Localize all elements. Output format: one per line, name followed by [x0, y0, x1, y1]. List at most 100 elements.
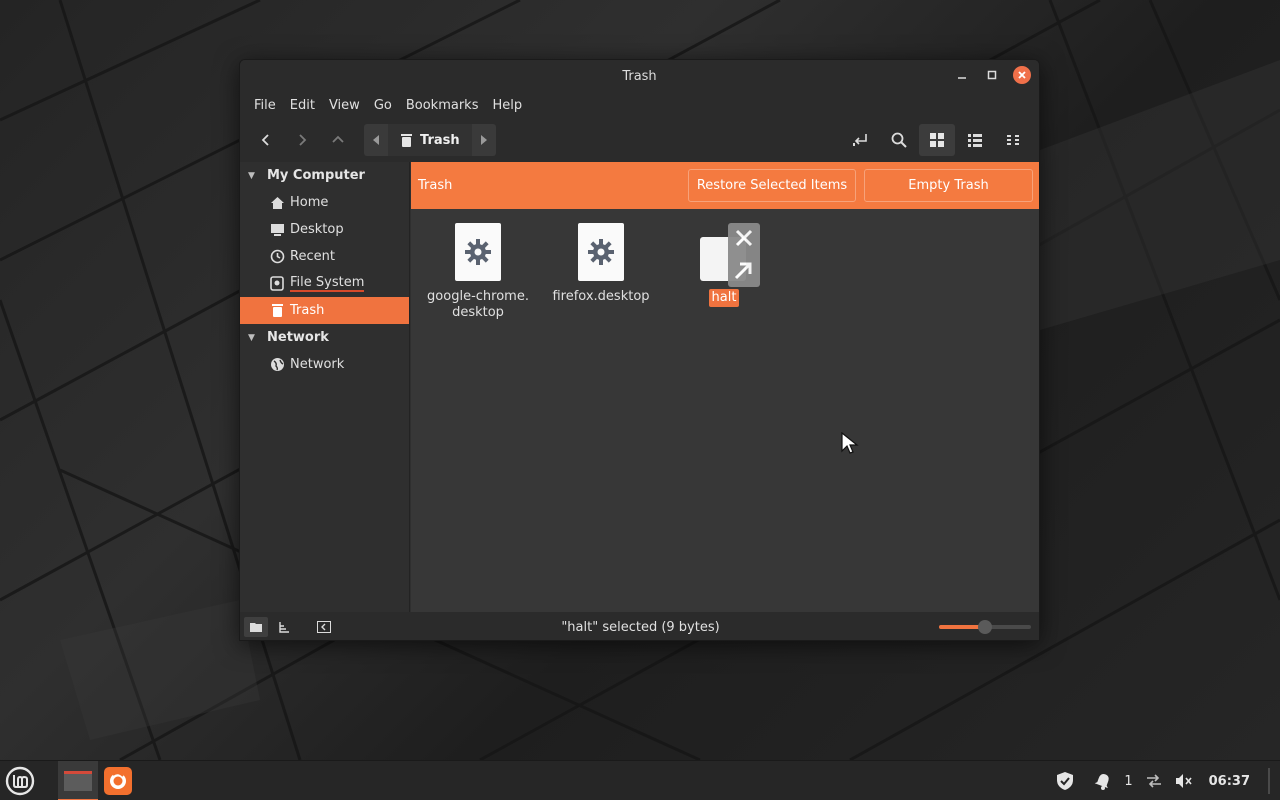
zoom-slider[interactable] [939, 620, 1031, 634]
menu-bookmarks[interactable]: Bookmarks [399, 98, 486, 113]
system-tray: 1 06:37 [1056, 761, 1270, 800]
notification-bell-icon[interactable] [1094, 772, 1112, 790]
home-icon [269, 195, 285, 211]
show-desktop-button[interactable] [1268, 768, 1270, 794]
triangle-left-icon [373, 135, 379, 145]
pathbar: Trash [364, 124, 496, 156]
file-manager-window: Trash File Edit View Go Bookmarks Help T… [239, 59, 1040, 641]
window-titlebar[interactable]: Trash [240, 60, 1039, 92]
icon-view-button[interactable] [919, 124, 955, 156]
chevron-up-icon [332, 135, 344, 143]
enter-location-icon [853, 134, 867, 146]
drag-overlay [728, 223, 760, 287]
start-menu-button[interactable] [0, 761, 40, 800]
sidebar-item-label: Network [290, 357, 345, 372]
sidebar-item-home[interactable]: Home [240, 189, 409, 216]
show-treeview-button[interactable] [272, 617, 296, 637]
firefox-icon [104, 766, 132, 795]
zoom-slider-fill [939, 625, 981, 629]
maximize-button[interactable] [983, 66, 1001, 84]
folder-icon [250, 623, 262, 632]
sidebar-item-desktop[interactable]: Desktop [240, 216, 409, 243]
triangle-right-icon [480, 135, 487, 145]
network-globe-icon [269, 357, 285, 373]
network-disconnected-icon[interactable] [1145, 773, 1163, 789]
volume-muted-icon[interactable] [1175, 773, 1193, 789]
sidebar-item-label: File System [290, 275, 365, 292]
shield-check-icon[interactable] [1056, 771, 1074, 791]
menu-view[interactable]: View [322, 98, 367, 113]
trash-icon [269, 303, 285, 319]
pathbar-scroll-left[interactable] [364, 124, 388, 156]
tree-icon [279, 622, 289, 633]
file-item-selected[interactable]: halt [669, 223, 779, 307]
restore-selected-button[interactable]: Restore Selected Items [688, 169, 856, 202]
status-text: "halt" selected (9 bytes) [561, 619, 720, 635]
gear-icon [465, 239, 491, 265]
location-toggle-button[interactable] [843, 124, 879, 156]
forward-button[interactable] [284, 124, 320, 156]
zoom-slider-handle[interactable] [978, 620, 993, 634]
sidebar-section-network[interactable]: ▼ Network [240, 324, 409, 351]
sidebar-toggle-icon [317, 621, 331, 633]
sidebar-item-recent[interactable]: Recent [240, 243, 409, 270]
menubar: File Edit View Go Bookmarks Help [240, 92, 1039, 118]
chevron-left-icon [261, 134, 269, 146]
sidebar-item-network[interactable]: Network [240, 351, 409, 378]
sidebar-item-label: Home [290, 195, 329, 210]
close-button[interactable] [1013, 66, 1031, 84]
toolbar: Trash [240, 118, 1039, 162]
clock[interactable]: 06:37 [1209, 774, 1250, 789]
taskbar-item-files[interactable] [58, 760, 98, 800]
mouse-cursor-icon [841, 432, 859, 454]
menu-go[interactable]: Go [367, 98, 399, 113]
file-name: firefox.desktop [552, 289, 650, 304]
grid-icon [930, 133, 944, 147]
sidebar-item-trash[interactable]: Trash [240, 297, 409, 324]
hide-sidebar-button[interactable] [312, 617, 336, 637]
list-view-button[interactable] [957, 124, 993, 156]
folder-window-icon [64, 770, 92, 791]
trash-icon [401, 134, 412, 147]
menu-file[interactable]: File [247, 98, 283, 113]
drive-icon [269, 276, 285, 292]
taskbar-item-firefox[interactable] [98, 761, 138, 800]
notification-count: 1 [1124, 773, 1133, 789]
up-button[interactable] [320, 124, 356, 156]
breadcrumb-trash[interactable]: Trash [388, 124, 472, 156]
search-button[interactable] [881, 124, 917, 156]
maximize-icon [987, 70, 997, 80]
file-name: google-chrome. desktop [427, 289, 529, 320]
trash-info-bar: Trash Restore Selected Items Empty Trash [411, 162, 1039, 209]
taskbar-panel: 1 06:37 [0, 760, 1280, 800]
file-grid: google-chrome. desktop firefox.desktop h… [411, 209, 1039, 612]
pathbar-scroll-right[interactable] [471, 124, 496, 156]
sidebar-item-file-system[interactable]: File System [240, 270, 409, 297]
file-item[interactable]: google-chrome. desktop [423, 223, 533, 321]
search-icon [891, 132, 907, 148]
sidebar-item-label: Desktop [290, 222, 344, 237]
chevron-right-icon [299, 134, 307, 146]
minimize-button[interactable] [953, 66, 971, 84]
menu-help[interactable]: Help [485, 98, 529, 113]
sidebar-section-title: Network [267, 330, 329, 345]
window-title: Trash [622, 68, 657, 84]
file-item[interactable]: firefox.desktop [546, 223, 656, 305]
window-controls [953, 66, 1031, 84]
sidebar-item-label: Trash [290, 303, 325, 318]
breadcrumb-label: Trash [420, 132, 460, 148]
empty-trash-button[interactable]: Empty Trash [864, 169, 1033, 202]
menu-edit[interactable]: Edit [283, 98, 322, 113]
statusbar: "halt" selected (9 bytes) [240, 612, 1039, 640]
close-icon [734, 229, 753, 280]
compact-view-button[interactable] [995, 124, 1031, 156]
back-button[interactable] [248, 124, 284, 156]
show-places-button[interactable] [244, 617, 268, 637]
sidebar-item-label: Recent [290, 249, 335, 264]
file-view: Trash Restore Selected Items Empty Trash… [411, 162, 1039, 612]
sidebar-section-my-computer[interactable]: ▼ My Computer [240, 162, 409, 189]
gear-icon [588, 239, 614, 265]
compact-grid-icon [1007, 135, 1019, 145]
sidebar-section-title: My Computer [267, 168, 365, 183]
file-thumbnail [694, 223, 760, 287]
